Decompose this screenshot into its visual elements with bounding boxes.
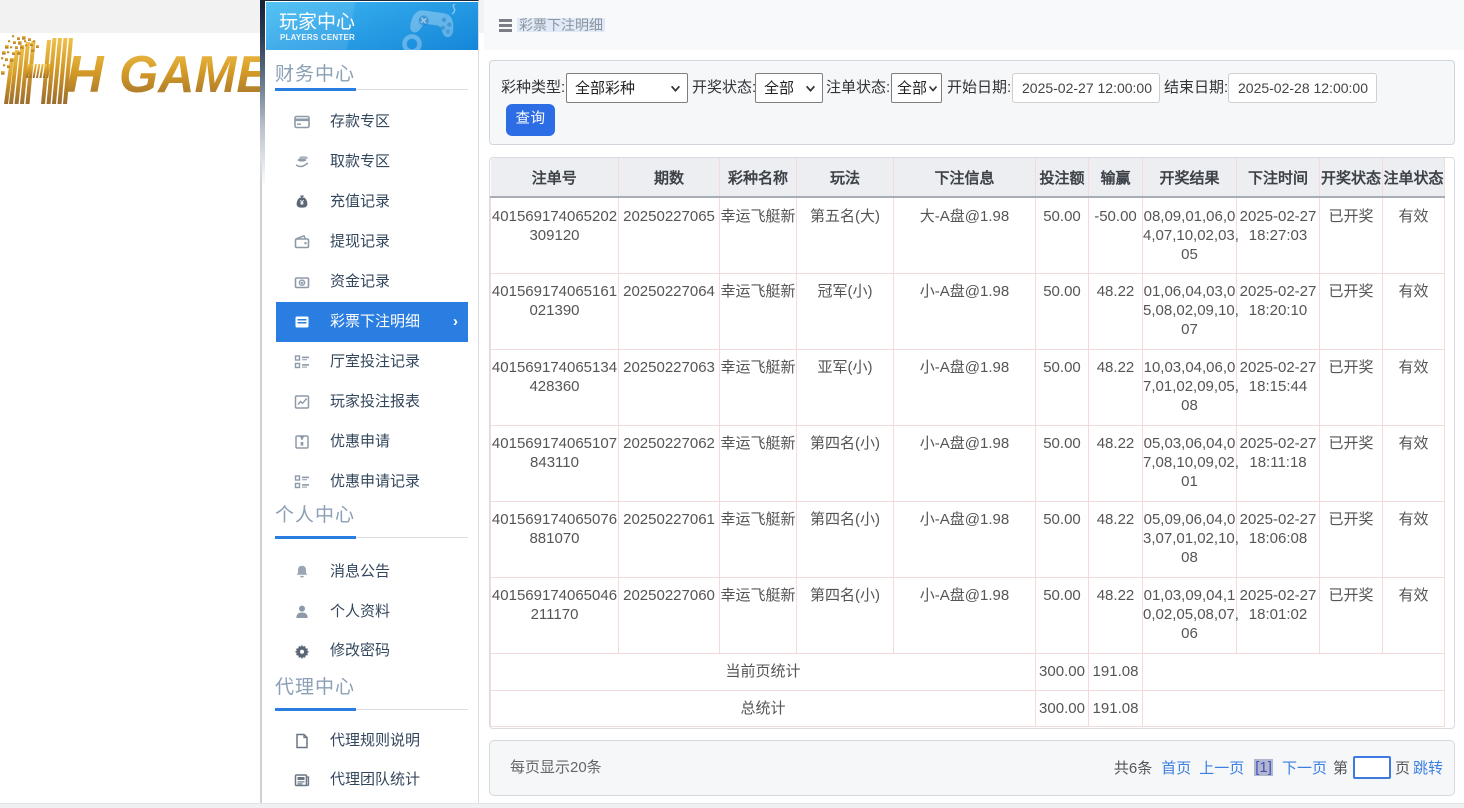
svg-text:GAME: GAME [119,46,262,104]
svg-text:¥: ¥ [300,200,304,207]
svg-text:H: H [66,46,105,104]
